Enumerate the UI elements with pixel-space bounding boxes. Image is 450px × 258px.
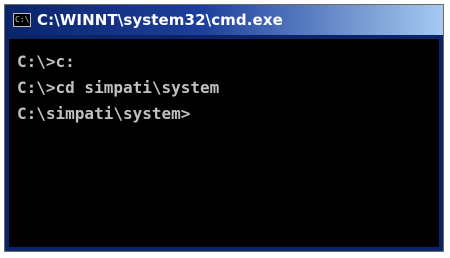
console-output[interactable]: C:\>c: C:\>cd simpati\system C:\simpati\… <box>9 39 439 247</box>
console-prompt-line: C:\simpati\system> <box>17 104 191 123</box>
title-bar[interactable]: C:\ C:\WINNT\system32\cmd.exe <box>5 5 443 35</box>
window-title: C:\WINNT\system32\cmd.exe <box>37 11 283 29</box>
cmd-window-icon[interactable]: C:\ <box>13 13 31 27</box>
cmd-window: C:\ C:\WINNT\system32\cmd.exe C:\>c: C:\… <box>4 4 444 252</box>
console-line: C:\>c: <box>17 52 75 71</box>
console-line: C:\>cd simpati\system <box>17 78 220 97</box>
